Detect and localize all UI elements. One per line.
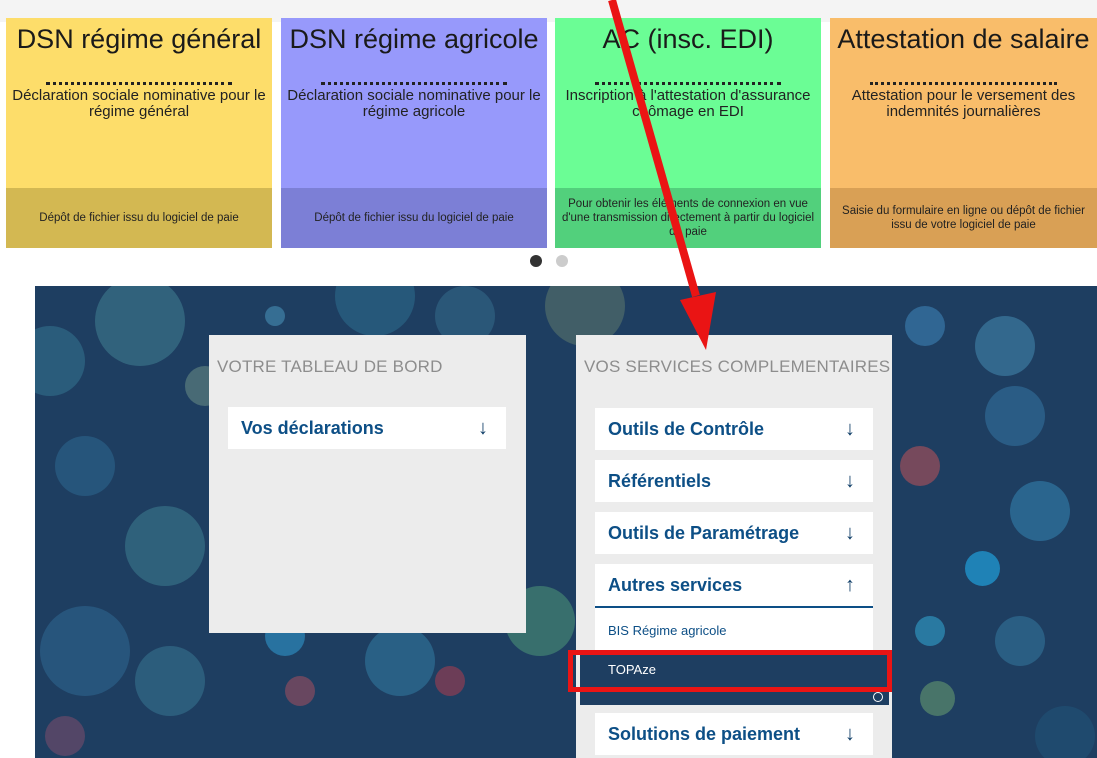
- arrow-down-icon: ↓: [845, 417, 855, 440]
- dashboard-panel: VOTRE TABLEAU DE BORD Vos déclarations ↓: [209, 335, 526, 633]
- subitem-bis-regime-agricole[interactable]: BIS Régime agricole: [595, 608, 873, 652]
- pager-dot-active[interactable]: [530, 255, 542, 267]
- card-description: Déclaration sociale nominative pour le r…: [287, 87, 541, 120]
- subitem-label: BIS Régime agricole: [608, 622, 727, 638]
- service-carousel: DSN régime général Déclaration sociale n…: [6, 18, 1097, 248]
- info-icon: [873, 692, 883, 702]
- accordion-label: Solutions de paiement: [608, 723, 801, 744]
- accordion-vos-declarations[interactable]: Vos déclarations ↓: [228, 407, 506, 449]
- card-description: Inscription à l'attestation d'assurance …: [565, 87, 811, 120]
- subitem-topaze[interactable]: TOPAze: [580, 652, 889, 705]
- arrow-down-icon: ↓: [478, 416, 488, 439]
- card-footer: Pour obtenir les éléments de connexion e…: [555, 188, 821, 248]
- card-title: Attestation de salaire: [837, 24, 1090, 54]
- accordion-label: Autres services: [608, 574, 743, 595]
- accordion-solutions-paiement[interactable]: Solutions de paiement ↓: [595, 713, 873, 755]
- accordion-label: Outils de Paramétrage: [608, 522, 800, 543]
- accordion-label: Outils de Contrôle: [608, 418, 765, 439]
- card-title: AC (insc. EDI): [602, 24, 774, 54]
- accordion-outils-controle[interactable]: Outils de Contrôle ↓: [595, 408, 873, 450]
- subitem-label: TOPAze: [608, 662, 656, 677]
- accordion-label: Référentiels: [608, 470, 712, 491]
- arrow-down-icon: ↓: [845, 469, 855, 492]
- dotted-divider: [46, 74, 232, 85]
- accordion-outils-parametrage[interactable]: Outils de Paramétrage ↓: [595, 512, 873, 554]
- accordion-referentiels[interactable]: Référentiels ↓: [595, 460, 873, 502]
- card-dsn-agricole[interactable]: DSN régime agricole Déclaration sociale …: [281, 18, 547, 248]
- dotted-divider: [870, 74, 1057, 85]
- carousel-pager: [530, 255, 568, 267]
- arrow-down-icon: ↓: [845, 521, 855, 544]
- card-dsn-general[interactable]: DSN régime général Déclaration sociale n…: [6, 18, 272, 248]
- services-title: VOS SERVICES COMPLEMENTAIRES: [584, 357, 891, 376]
- card-footer: Saisie du formulaire en ligne ou dépôt d…: [830, 188, 1097, 248]
- dashboard-title: VOTRE TABLEAU DE BORD: [217, 357, 443, 376]
- accordion-label: Vos déclarations: [241, 417, 384, 438]
- card-title: DSN régime agricole: [289, 24, 539, 54]
- arrow-down-icon: ↓: [845, 722, 855, 745]
- background-panel: [35, 286, 1097, 758]
- card-title: DSN régime général: [16, 24, 262, 54]
- services-panel: VOS SERVICES COMPLEMENTAIRES Outils de C…: [576, 335, 892, 758]
- dotted-divider: [321, 74, 507, 85]
- pager-dot[interactable]: [556, 255, 568, 267]
- card-footer: Dépôt de fichier issu du logiciel de pai…: [281, 188, 547, 248]
- card-ac-edi[interactable]: AC (insc. EDI) Inscription à l'attestati…: [555, 18, 821, 248]
- accordion-autres-services[interactable]: Autres services ↑: [595, 564, 873, 608]
- card-attestation-salaire[interactable]: Attestation de salaire Attestation pour …: [830, 18, 1097, 248]
- card-description: Déclaration sociale nominative pour le r…: [12, 87, 266, 120]
- card-footer: Dépôt de fichier issu du logiciel de pai…: [6, 188, 272, 248]
- arrow-up-icon: ↑: [845, 573, 855, 596]
- card-description: Attestation pour le versement des indemn…: [851, 87, 1076, 120]
- dotted-divider: [595, 74, 781, 85]
